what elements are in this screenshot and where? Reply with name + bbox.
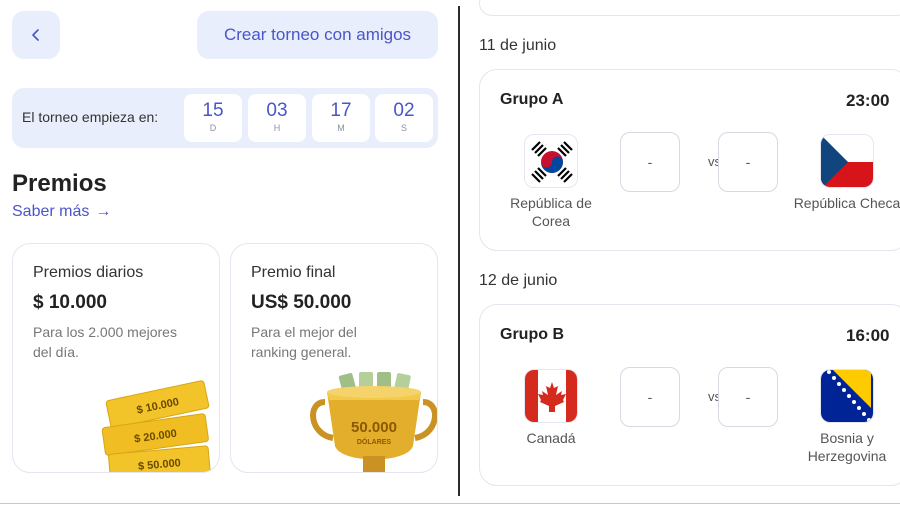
prize-card-amount: US$ 50.000 [251,292,352,313]
learn-more-label: Saber más [12,203,90,220]
away-score-input[interactable]: - [718,132,778,192]
prize-card-title: Premios diarios [33,264,144,281]
panel-divider [458,6,460,496]
trophy-amount-label: 50.000 [351,419,397,436]
prize-card-title: Premio final [251,264,336,281]
create-tournament-button[interactable]: Crear torneo con amigos [197,11,438,59]
home-team-name: Canadá [526,430,576,446]
countdown-hours: 03 H [248,94,306,142]
previous-match-card [479,0,900,16]
prizes-title: Premios [12,170,107,197]
czech-flag-icon [820,134,874,188]
match-card: Grupo A 23:00 República de Corea - vs - [479,69,900,251]
countdown-value: 02 [393,100,415,121]
match-date: 12 de junio [479,272,558,289]
tickets-illustration: $ 10.000 $ 20.000 $ 50.000 [101,380,211,472]
final-prize-card[interactable]: Premio final US$ 50.000 Para el mejor de… [230,243,438,473]
arrow-right-icon: → [95,203,112,220]
learn-more-link[interactable]: Saber más → [12,203,111,221]
trophy-currency-label: DÓLARES [357,437,392,446]
countdown-unit: H [273,123,281,133]
countdown-value: 03 [266,100,288,121]
countdown-minutes: 17 M [312,94,370,142]
match-time: 16:00 [846,326,890,345]
countdown-label: El torneo empieza en: [22,109,159,125]
home-team-name: República de Corea [510,195,592,229]
countdown-seconds: 02 S [375,94,433,142]
prize-card-description: Para el mejor del ranking general. [251,324,357,360]
prize-card-description: Para los 2.000 mejores del día. [33,324,177,360]
countdown-unit: M [337,123,345,133]
match-date: 11 de junio [479,37,557,54]
korea-flag-icon [524,134,578,188]
countdown-unit: S [400,123,407,133]
countdown-days: 15 D [184,94,242,142]
match-group: Grupo B [500,326,564,343]
away-score-input[interactable]: - [718,367,778,427]
countdown-value: 15 [202,100,224,121]
match-group: Grupo A [500,91,564,108]
countdown-bar: El torneo empieza en: 15 D 03 H 17 M 02 … [12,88,438,148]
away-team-name: República Checa [793,195,900,211]
match-card: Grupo B 16:00 Canadá - vs - Bosnia y Her… [479,304,900,486]
daily-prize-card[interactable]: Premios diarios $ 10.000 Para los 2.000 … [12,243,220,473]
back-button[interactable] [12,11,60,59]
tournament-panel: Crear torneo con amigos El torneo empiez… [0,0,455,505]
home-score-input[interactable]: - [620,132,680,192]
home-score-input[interactable]: - [620,367,680,427]
away-team-name: Bosnia y Herzegovina [807,430,887,464]
prize-card-amount: $ 10.000 [33,292,107,313]
countdown-value: 17 [330,100,352,121]
chevron-left-icon [32,29,39,41]
bosnia-flag-icon [820,369,874,423]
canada-flag-icon [524,369,578,423]
trophy-cash-illustration: 50.000 DÓLARES [310,372,437,472]
countdown-unit: D [209,123,217,133]
matches-panel: 11 de junio Grupo A 23:00 República de C… [462,0,900,505]
match-time: 23:00 [846,91,890,110]
